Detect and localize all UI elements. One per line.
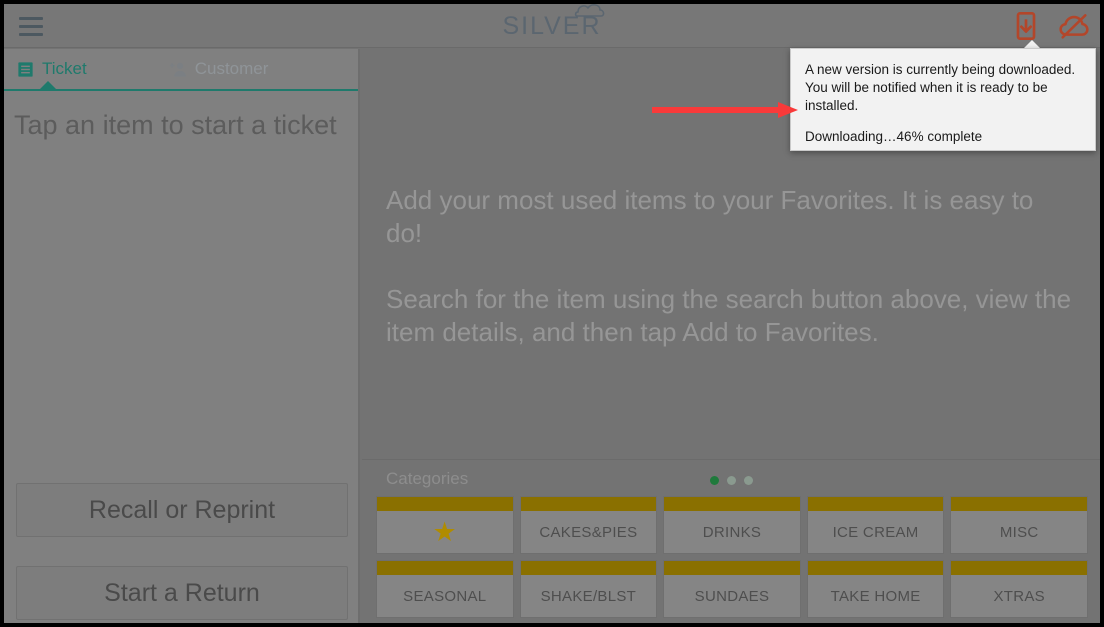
categories-title: Categories bbox=[386, 469, 469, 488]
cloud-offline-icon[interactable] bbox=[1058, 10, 1090, 42]
category-tile-color-bar bbox=[951, 497, 1087, 511]
category-tile-label: SHAKE/BLST bbox=[540, 587, 637, 605]
categories-header: Categories bbox=[362, 460, 1100, 498]
favorites-help-line-2: Search for the item using the search but… bbox=[386, 284, 1072, 348]
category-tile-color-bar bbox=[807, 561, 944, 575]
active-tab-caret bbox=[38, 81, 58, 91]
download-to-device-icon[interactable] bbox=[1010, 10, 1042, 42]
hamburger-line bbox=[19, 32, 43, 36]
top-bar-status-icons bbox=[1010, 10, 1090, 42]
category-tile-seasonal[interactable]: SEASONAL bbox=[376, 560, 514, 618]
category-tile-take-home[interactable]: TAKE HOME bbox=[806, 560, 945, 618]
tooltip-progress-text: Downloading…46% complete bbox=[805, 128, 983, 144]
hamburger-menu-icon[interactable] bbox=[14, 14, 48, 38]
category-tile-color-bar bbox=[807, 497, 944, 511]
ticket-sidebar: Ticket Customer Tap an item to start a t… bbox=[4, 49, 415, 623]
category-tile-color-bar bbox=[664, 497, 800, 511]
categories-section: Categories ★ CAKES&PIES DRINKS ICE CREAM… bbox=[362, 459, 1100, 623]
recall-or-reprint-button[interactable]: Recall or Reprint bbox=[16, 483, 348, 537]
pos-application: SILVER Ticket Customer Tap an item to st… bbox=[4, 4, 1100, 623]
category-tile-label: XTRAS bbox=[993, 587, 1045, 605]
categories-grid: ★ CAKES&PIES DRINKS ICE CREAM MISC SEASO… bbox=[376, 496, 1088, 618]
cloud-outline-icon bbox=[574, 4, 604, 17]
pagination-dot-active[interactable] bbox=[710, 476, 719, 485]
start-a-return-button[interactable]: Start a Return bbox=[16, 566, 348, 620]
pagination-dot[interactable] bbox=[744, 476, 753, 485]
category-tile-label: DRINKS bbox=[702, 523, 762, 541]
category-tile-cakes-pies[interactable]: CAKES&PIES bbox=[519, 496, 658, 554]
category-tile-body: ★ bbox=[377, 511, 513, 553]
update-download-tooltip: A new version is currently being downloa… bbox=[790, 48, 1096, 151]
tab-customer[interactable]: Customer bbox=[169, 49, 269, 89]
category-tile-misc[interactable]: MISC bbox=[950, 496, 1088, 554]
sidebar-tabs: Ticket Customer bbox=[4, 49, 415, 91]
category-tile-color-bar bbox=[377, 497, 513, 511]
receipt-icon bbox=[18, 61, 33, 77]
category-tile-favorites[interactable]: ★ bbox=[376, 496, 514, 554]
silver-logo-text: SILVER bbox=[502, 11, 602, 40]
favorites-help-line-1: Add your most used items to your Favorit… bbox=[386, 185, 1034, 249]
favorites-star-icon: ★ bbox=[432, 516, 458, 547]
category-tile-color-bar bbox=[951, 561, 1087, 575]
hamburger-line bbox=[19, 24, 43, 28]
pagination-dot[interactable] bbox=[727, 476, 736, 485]
category-tile-drinks[interactable]: DRINKS bbox=[663, 496, 801, 554]
category-tile-label: TAKE HOME bbox=[830, 587, 921, 605]
category-tile-ice-cream[interactable]: ICE CREAM bbox=[806, 496, 945, 554]
tab-ticket-label: Ticket bbox=[42, 59, 87, 78]
empty-ticket-hint: Tap an item to start a ticket bbox=[14, 110, 337, 140]
app-top-bar: SILVER bbox=[4, 4, 1100, 48]
categories-pagination-dots[interactable] bbox=[710, 476, 753, 485]
silver-logo: SILVER bbox=[4, 4, 1100, 48]
category-tile-label: MISC bbox=[999, 523, 1039, 541]
tooltip-message: A new version is currently being downloa… bbox=[805, 62, 1076, 113]
tab-customer-label: Customer bbox=[194, 59, 269, 78]
category-tile-label: ICE CREAM bbox=[832, 523, 919, 541]
hamburger-line bbox=[19, 16, 43, 20]
category-tile-color-bar bbox=[520, 561, 657, 575]
category-tile-shake-blast[interactable]: SHAKE/BLST bbox=[519, 560, 658, 618]
category-tile-color-bar bbox=[377, 561, 513, 575]
category-tile-xtras[interactable]: XTRAS bbox=[950, 560, 1088, 618]
screenshot-frame: SILVER Ticket Customer Tap an item to st… bbox=[0, 0, 1104, 627]
category-tile-label: SUNDAES bbox=[694, 587, 770, 605]
favorites-help-text: Add your most used items to your Favorit… bbox=[386, 184, 1076, 349]
category-tile-label: SEASONAL bbox=[403, 587, 487, 605]
tooltip-pointer-nub bbox=[1024, 40, 1040, 48]
add-person-icon bbox=[169, 62, 186, 77]
category-tile-color-bar bbox=[520, 497, 657, 511]
category-tile-color-bar bbox=[664, 561, 800, 575]
category-tile-sundaes[interactable]: SUNDAES bbox=[663, 560, 801, 618]
category-tile-label: CAKES&PIES bbox=[539, 523, 638, 541]
